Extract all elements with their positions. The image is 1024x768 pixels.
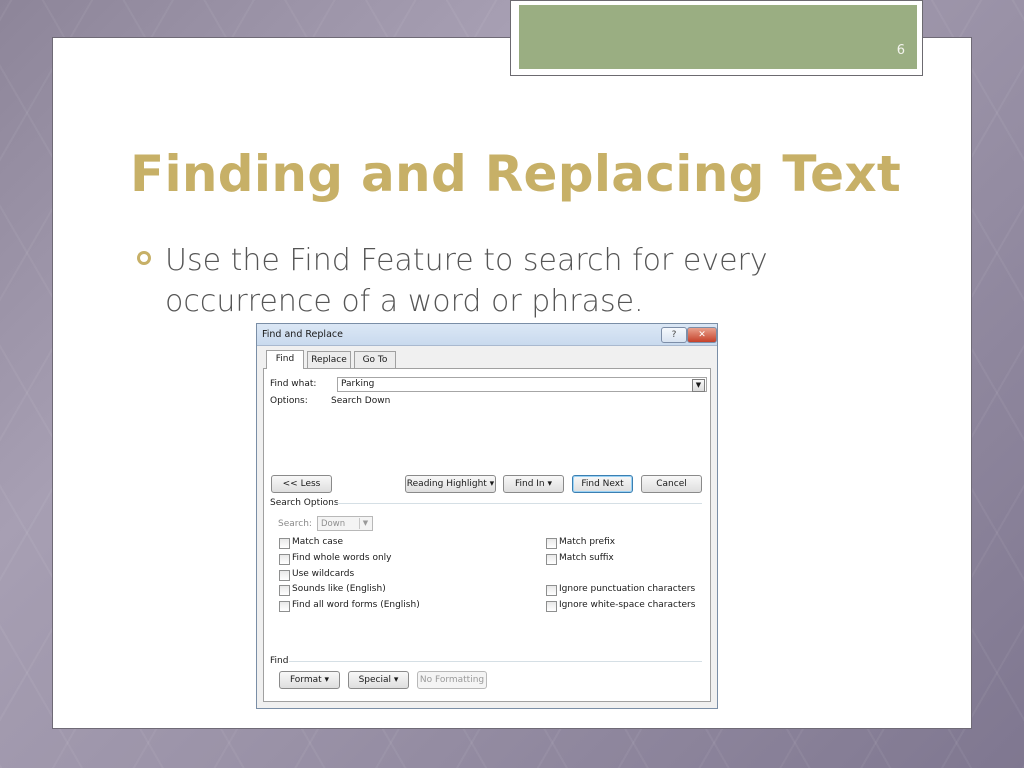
find-replace-dialog: Find and Replace ? ✕ Find Replace Go To … [256,323,718,709]
ignore-punctuation-label: Ignore punctuation characters [559,584,696,594]
cancel-button[interactable]: Cancel [641,475,702,493]
sounds-like-label: Sounds like (English) [292,584,386,594]
slide-title: Finding and Replacing Text [130,145,902,203]
options-value: Search Down [331,396,391,406]
bullet-circle-icon [137,251,151,265]
no-formatting-button[interactable]: No Formatting [417,671,487,689]
find-in-button[interactable]: Find In ▾ [503,475,564,493]
find-what-input[interactable]: Parking ▼ [337,377,707,392]
tab-find[interactable]: Find [266,350,304,369]
slide-number: 6 [896,43,905,58]
search-direction-value: Down [321,519,346,529]
search-direction-label: Search: [278,519,312,529]
whole-words-checkbox[interactable] [279,554,290,565]
chevron-down-icon[interactable]: ▼ [692,379,705,392]
sounds-like-checkbox[interactable] [279,585,290,596]
chevron-down-icon: ▼ [359,518,371,529]
wildcards-label: Use wildcards [292,569,355,579]
ignore-punctuation-checkbox[interactable] [546,585,557,596]
search-options-header: Search Options [270,498,339,508]
tab-go-to[interactable]: Go To [354,351,396,368]
word-forms-label: Find all word forms (English) [292,600,420,610]
find-section-header: Find [270,656,289,666]
tab-replace[interactable]: Replace [307,351,351,368]
find-tab-panel: Find what: Parking ▼ Options: Search Dow… [263,368,711,702]
ignore-whitespace-label: Ignore white-space characters [559,600,696,610]
wildcards-checkbox[interactable] [279,570,290,581]
divider [336,503,702,504]
accent-box: 6 [510,0,923,76]
match-prefix-label: Match prefix [559,537,616,547]
match-prefix-checkbox[interactable] [546,538,557,549]
bullet-text: Use the Find Feature to search for every… [165,243,768,319]
dialog-titlebar: Find and Replace ? ✕ [257,324,717,346]
help-button[interactable]: ? [661,327,687,343]
dialog-title: Find and Replace [262,329,343,340]
special-button[interactable]: Special ▾ [348,671,409,689]
ignore-whitespace-checkbox[interactable] [546,601,557,612]
match-case-checkbox[interactable] [279,538,290,549]
format-button[interactable]: Format ▾ [279,671,340,689]
match-case-label: Match case [292,537,344,547]
close-button[interactable]: ✕ [687,327,717,343]
less-button[interactable]: << Less [271,475,332,493]
find-what-label: Find what: [270,379,317,389]
whole-words-label: Find whole words only [292,553,392,563]
word-forms-checkbox[interactable] [279,601,290,612]
search-direction-select[interactable]: Down ▼ [317,516,373,531]
match-suffix-checkbox[interactable] [546,554,557,565]
find-what-value: Parking [341,379,375,389]
accent-box-fill: 6 [519,5,917,69]
match-suffix-label: Match suffix [559,553,614,563]
divider [289,661,702,662]
reading-highlight-button[interactable]: Reading Highlight ▾ [405,475,496,493]
options-label: Options: [270,396,308,406]
find-next-button[interactable]: Find Next [572,475,633,493]
